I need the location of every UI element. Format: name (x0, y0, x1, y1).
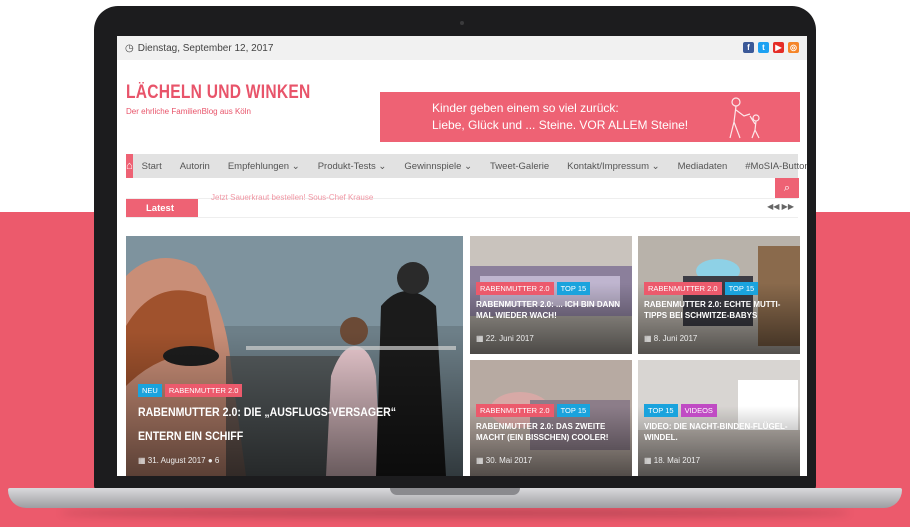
post-card-1[interactable]: RABENMUTTER 2.0 TOP 15 RABENMUTTER 2.0: … (470, 236, 632, 354)
website-screen: ◷ Dienstag, September 12, 2017 f t ▶ ◎ L… (117, 36, 807, 476)
ticker-arrows[interactable]: ◀◀ ▶▶ (767, 202, 794, 211)
tag-top15[interactable]: TOP 15 (556, 404, 591, 417)
featured-post-date: 31. August 2017 (147, 456, 206, 465)
tag-top15[interactable]: TOP 15 (644, 404, 678, 417)
site-tagline: Der ehrliche FamilienBlog aus Köln (126, 107, 251, 116)
latest-ticker-bar: Latest Jetzt Sauerkraut bestellen! Sous-… (126, 193, 798, 218)
tag-top15[interactable]: TOP 15 (724, 282, 759, 295)
marketing-mockup: ◷ Dienstag, September 12, 2017 f t ▶ ◎ L… (0, 0, 910, 527)
nav-item-empfehlungen[interactable]: Empfehlungen ⌄ (219, 161, 309, 172)
post-card-1-tags: RABENMUTTER 2.0 TOP 15 (476, 282, 591, 295)
tag-neu[interactable]: NEU (138, 384, 162, 397)
calendar-icon: ▦ (476, 334, 486, 343)
webcam-icon (460, 21, 464, 25)
post-card-3-title[interactable]: RABENMUTTER 2.0: DAS ZWEITE MACHT (EIN B… (476, 422, 626, 444)
tag-rabenmutter[interactable]: RABENMUTTER 2.0 (476, 404, 554, 417)
banner-line-2: Liebe, Glück und ... Steine. VOR ALLEM S… (432, 118, 689, 132)
laptop-shadow (60, 508, 850, 518)
post-card-1-date: 22. Juni 2017 (485, 334, 534, 343)
featured-post-title[interactable]: RABENMUTTER 2.0: DIE „AUSFLUGS-VERSAGER“… (138, 401, 442, 449)
post-card-1-meta: ▦ 22. Juni 2017 (476, 334, 534, 343)
post-card-3-tags: RABENMUTTER 2.0 TOP 15 (476, 404, 591, 417)
site-header: LÄCHELN UND WINKEN Der ehrliche Familien… (117, 60, 807, 154)
nav-item-mosia-button[interactable]: #MoSIA-Button (736, 161, 807, 172)
calendar-icon: ▦ (644, 456, 654, 465)
header-banner[interactable]: Kinder geben einem so viel zurück: Liebe… (380, 92, 800, 142)
post-card-2-title[interactable]: RABENMUTTER 2.0: ECHTE MUTTI-TIPPS BEI S… (644, 300, 794, 322)
latest-ticker-text[interactable]: Jetzt Sauerkraut bestellen! Sous-Chef Kr… (211, 193, 373, 202)
tag-rabenmutter[interactable]: RABENMUTTER 2.0 (164, 384, 243, 397)
post-card-2-meta: ▦ 8. Juni 2017 (644, 334, 697, 343)
featured-post[interactable]: NEU RABENMUTTER 2.0 RABENMUTTER 2.0: DIE… (126, 236, 463, 476)
post-card-4-date: 18. Mai 2017 (653, 456, 701, 465)
top-bar: ◷ Dienstag, September 12, 2017 f t ▶ ◎ (117, 36, 807, 60)
post-card-2-date: 8. Juni 2017 (653, 334, 698, 343)
main-navigation: ⌂ Start Autorin Empfehlungen ⌄ Produkt-T… (126, 154, 807, 178)
tag-top15[interactable]: TOP 15 (556, 282, 591, 295)
nav-item-produkt-tests[interactable]: Produkt-Tests ⌄ (309, 161, 396, 172)
tag-rabenmutter[interactable]: RABENMUTTER 2.0 (644, 282, 722, 295)
nav-item-autorin[interactable]: Autorin (171, 161, 219, 172)
latest-label: Latest (126, 199, 198, 217)
banner-line-1: Kinder geben einem so viel zurück: (432, 101, 619, 115)
featured-post-comments: 6 (214, 456, 220, 465)
comment-icon: ● (207, 456, 215, 465)
current-date: Dienstag, September 12, 2017 (137, 42, 274, 54)
instagram-icon[interactable]: ◎ (788, 42, 799, 53)
clock-icon: ◷ (125, 42, 134, 54)
post-card-3-date: 30. Mai 2017 (485, 456, 533, 465)
post-card-4-tags: TOP 15 VIDEOS (644, 404, 717, 417)
featured-post-meta: ▦ 31. August 2017 ● 6 (138, 456, 219, 465)
nav-item-mediadaten[interactable]: Mediadaten (669, 161, 737, 172)
post-card-2-tags: RABENMUTTER 2.0 TOP 15 (644, 282, 759, 295)
post-card-4[interactable]: TOP 15 VIDEOS VIDEO: DIE NACHT-BINDEN-FL… (638, 360, 800, 476)
social-links: f t ▶ ◎ (743, 42, 799, 53)
site-title[interactable]: LÄCHELN UND WINKEN (126, 82, 310, 104)
post-card-3-meta: ▦ 30. Mai 2017 (476, 456, 532, 465)
post-card-2[interactable]: RABENMUTTER 2.0 TOP 15 RABENMUTTER 2.0: … (638, 236, 800, 354)
featured-post-tags: NEU RABENMUTTER 2.0 (138, 384, 243, 397)
calendar-icon: ▦ (476, 456, 486, 465)
home-icon[interactable]: ⌂ (126, 154, 133, 178)
post-card-3[interactable]: RABENMUTTER 2.0 TOP 15 RABENMUTTER 2.0: … (470, 360, 632, 476)
tag-videos[interactable]: VIDEOS (680, 404, 717, 417)
mother-child-illustration (729, 97, 760, 139)
twitter-icon[interactable]: t (758, 42, 769, 53)
post-card-4-title[interactable]: VIDEO: DIE NACHT-BINDEN-FLÜGEL-WINDEL. (644, 422, 794, 444)
nav-item-kontakt[interactable]: Kontakt/Impressum ⌄ (558, 161, 668, 172)
post-card-4-meta: ▦ 18. Mai 2017 (644, 456, 700, 465)
nav-item-start[interactable]: Start (133, 161, 171, 172)
post-card-1-title[interactable]: RABENMUTTER 2.0: ... ICH BIN DANN MAL WI… (476, 300, 626, 322)
nav-item-tweet-galerie[interactable]: Tweet-Galerie (481, 161, 558, 172)
laptop-notch (390, 488, 520, 495)
tag-rabenmutter[interactable]: RABENMUTTER 2.0 (476, 282, 554, 295)
facebook-icon[interactable]: f (743, 42, 754, 53)
nav-item-gewinnspiele[interactable]: Gewinnspiele ⌄ (395, 161, 481, 172)
calendar-icon: ▦ (644, 334, 654, 343)
search-icon[interactable]: ⌕ (775, 178, 799, 198)
youtube-icon[interactable]: ▶ (773, 42, 784, 53)
calendar-icon: ▦ (138, 456, 148, 465)
